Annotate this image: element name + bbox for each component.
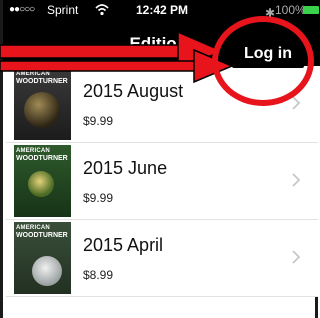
cover-thumbnail: AMERICAN WOODTURNER [14,222,71,294]
chevron-right-icon [292,96,301,110]
carrier-name: Sprint [47,3,79,17]
edition-title: 2015 April [83,235,164,255]
battery-icon [303,6,319,14]
edition-title: 2015 June [83,158,168,178]
cover-masthead: AMERICAN [16,71,50,77]
list-item[interactable]: AMERICAN WOODTURNER 2015 April $8.99 [6,220,318,297]
page-title: Editions [129,34,197,53]
edition-price: $9.99 [83,191,114,205]
edition-title: 2015 August [83,81,184,101]
chevron-right-icon [292,173,301,187]
cover-thumbnail: AMERICAN WOODTURNER [14,68,71,140]
clock: 12:42 PM [135,3,189,17]
battery-percentage: 100% [275,3,306,17]
cover-masthead: AMERICAN [16,148,50,154]
cover-brand: WOODTURNER [16,232,68,239]
chevron-right-icon [292,250,301,264]
cover-bowl-image [24,92,60,128]
cover-masthead: AMERICAN [16,225,50,231]
edition-price: $9.99 [83,114,114,128]
annotation-circle [212,16,314,106]
cover-brand: WOODTURNER [16,78,68,85]
edition-price: $8.99 [83,268,114,282]
cover-bowl-image [28,171,54,197]
wifi-icon [95,4,109,16]
cover-thumbnail: AMERICAN WOODTURNER [14,145,71,217]
list-item[interactable]: AMERICAN WOODTURNER 2015 June $9.99 [6,143,318,220]
signal-strength: ●●○○○ [9,4,35,15]
cover-brand: WOODTURNER [16,155,68,162]
cover-bowl-image [32,256,62,286]
